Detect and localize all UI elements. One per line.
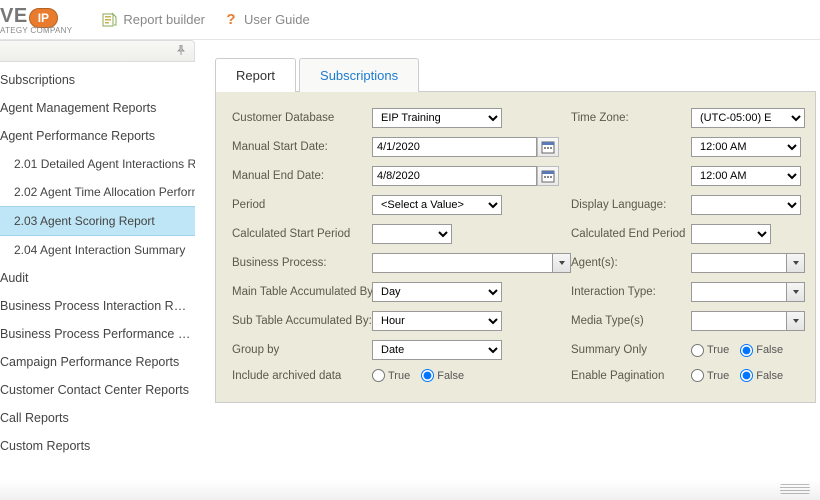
chevron-down-icon[interactable]	[553, 253, 571, 273]
radio-archived: True False	[372, 369, 571, 382]
label-display-lang: Display Language:	[571, 199, 691, 211]
chevron-down-icon[interactable]	[787, 311, 805, 331]
sidebar-item-ccc[interactable]: Customer Contact Center Reports	[0, 376, 195, 404]
input-end-date[interactable]	[372, 166, 537, 186]
label-period: Period	[232, 199, 372, 211]
select-group-by[interactable]: Date	[372, 340, 502, 360]
combo-business-process[interactable]	[372, 253, 553, 273]
sidebar-item-campaign[interactable]: Campaign Performance Reports	[0, 348, 195, 376]
report-builder-icon	[102, 12, 118, 28]
sidebar-item-audit[interactable]: Audit	[0, 264, 195, 292]
select-timezone[interactable]: (UTC-05:00) Eastern Time (US & Canada)	[691, 108, 805, 128]
sidebar: Subscriptions Agent Management Reports A…	[0, 40, 195, 500]
calendar-icon[interactable]	[537, 137, 559, 157]
select-sub-acc[interactable]: Hour	[372, 311, 502, 331]
sidebar-item-bp-interaction[interactable]: Business Process Interaction Reports	[0, 292, 195, 320]
user-guide-link[interactable]: ? User Guide	[223, 12, 310, 28]
tab-report[interactable]: Report	[215, 58, 296, 92]
user-guide-label: User Guide	[244, 12, 310, 27]
report-form-panel: Customer Database EIP Training Time Zone…	[215, 92, 816, 403]
calendar-icon[interactable]	[537, 166, 559, 186]
select-main-acc[interactable]: Day	[372, 282, 502, 302]
radio-archived-false[interactable]	[421, 369, 434, 382]
select-customer-db[interactable]: EIP Training	[372, 108, 502, 128]
combo-media-types[interactable]	[691, 311, 787, 331]
sidebar-header	[0, 40, 195, 62]
logo-ip-badge: IP	[29, 8, 58, 28]
report-builder-label: Report builder	[123, 12, 205, 27]
select-calc-start[interactable]	[372, 224, 452, 244]
label-main-acc: Main Table Accumulated By:	[232, 286, 372, 298]
sidebar-child-203[interactable]: 2.03 Agent Scoring Report	[0, 206, 195, 236]
logo-subtext: ATEGY COMPANY	[0, 26, 72, 35]
input-start-date[interactable]	[372, 137, 537, 157]
sidebar-child-201[interactable]: 2.01 Detailed Agent Interactions Report	[0, 150, 195, 178]
sidebar-item-agent-mgmt[interactable]: Agent Management Reports	[0, 94, 195, 122]
radio-summary-true[interactable]	[691, 344, 704, 357]
radio-summary-only: True False	[691, 344, 805, 357]
label-pagination: Enable Pagination	[571, 370, 691, 382]
label-timezone: Time Zone:	[571, 112, 691, 124]
label-sub-acc: Sub Table Accumulated By:	[232, 315, 372, 327]
combo-agents[interactable]	[691, 253, 787, 273]
label-interaction-type: Interaction Type:	[571, 286, 691, 298]
chevron-down-icon[interactable]	[787, 253, 805, 273]
select-period[interactable]: <Select a Value>	[372, 195, 502, 215]
combo-interaction-type[interactable]	[691, 282, 787, 302]
label-archived: Include archived data	[232, 370, 372, 382]
main-content: Report Subscriptions Customer Database E…	[195, 40, 820, 500]
select-end-time[interactable]: 12:00 AM	[691, 166, 801, 186]
label-customer-db: Customer Database	[232, 112, 372, 124]
label-media-types: Media Type(s)	[571, 315, 691, 327]
select-calc-end[interactable]	[691, 224, 771, 244]
radio-summary-false[interactable]	[740, 344, 753, 357]
sidebar-item-subscriptions[interactable]: Subscriptions	[0, 66, 195, 94]
sidebar-item-agent-perf[interactable]: Agent Performance Reports	[0, 122, 195, 150]
resize-handle[interactable]	[780, 484, 810, 494]
sidebar-list: Subscriptions Agent Management Reports A…	[0, 62, 195, 460]
select-start-time[interactable]: 12:00 AM	[691, 137, 801, 157]
tab-subscriptions[interactable]: Subscriptions	[299, 58, 419, 92]
chevron-down-icon[interactable]	[787, 282, 805, 302]
label-agents: Agent(s):	[571, 257, 691, 269]
pin-icon[interactable]	[176, 44, 186, 58]
label-calc-start: Calculated Start Period	[232, 228, 372, 240]
radio-pagination-true[interactable]	[691, 369, 704, 382]
logo-text: VE	[0, 5, 28, 27]
radio-pagination: True False	[691, 369, 805, 382]
label-group-by: Group by	[232, 344, 372, 356]
top-bar: VEIP ATEGY COMPANY Report builder ? User…	[0, 0, 820, 40]
report-builder-link[interactable]: Report builder	[102, 12, 205, 28]
sidebar-child-204[interactable]: 2.04 Agent Interaction Summary	[0, 236, 195, 264]
label-business-process: Business Process:	[232, 257, 372, 269]
sidebar-item-bp-performance[interactable]: Business Process Performance Reports	[0, 320, 195, 348]
logo: VEIP ATEGY COMPANY	[0, 5, 84, 35]
label-calc-end: Calculated End Period	[571, 228, 691, 240]
sidebar-item-call[interactable]: Call Reports	[0, 404, 195, 432]
help-icon: ?	[223, 12, 239, 28]
label-end-date: Manual End Date:	[232, 170, 372, 182]
label-start-date: Manual Start Date:	[232, 141, 372, 153]
radio-archived-true[interactable]	[372, 369, 385, 382]
radio-pagination-false[interactable]	[740, 369, 753, 382]
select-display-lang[interactable]	[691, 195, 801, 215]
tabs: Report Subscriptions	[215, 58, 816, 92]
label-summary-only: Summary Only	[571, 344, 691, 356]
sidebar-child-202[interactable]: 2.02 Agent Time Allocation Performance	[0, 178, 195, 206]
sidebar-item-custom[interactable]: Custom Reports	[0, 432, 195, 460]
